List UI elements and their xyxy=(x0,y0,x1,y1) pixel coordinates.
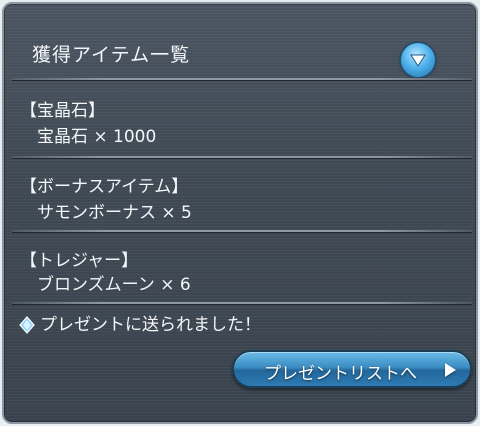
diamond-icon xyxy=(19,316,35,334)
play-arrow-icon xyxy=(445,363,456,377)
divider xyxy=(12,302,472,304)
panel-title: 獲得アイテム一覧 xyxy=(32,44,191,66)
acquired-items-panel: 獲得アイテム一覧 【宝晶石】 宝晶石 × 1000 【ボーナスアイテム】 サモン… xyxy=(2,2,478,424)
section-heading-bonus: 【ボーナスアイテム】 xyxy=(20,177,189,197)
item-crystal: 宝晶石 × 1000 xyxy=(37,127,157,147)
item-bronze-moon: ブロンズムーン × 6 xyxy=(37,275,191,295)
divider xyxy=(12,78,472,80)
collapse-toggle-button[interactable] xyxy=(401,43,435,77)
sent-to-presents-notice: プレゼントに送られました！ xyxy=(40,315,261,335)
chevron-down-icon xyxy=(410,54,426,67)
section-heading-crystal: 【宝晶石】 xyxy=(20,101,105,121)
divider xyxy=(12,156,472,158)
section-heading-treasure: 【トレジャー】 xyxy=(20,251,139,271)
divider xyxy=(12,230,472,232)
present-list-button[interactable]: プレゼントリストへ xyxy=(232,350,472,388)
item-summon-bonus: サモンボーナス × 5 xyxy=(37,203,192,223)
panel-header: 獲得アイテム一覧 xyxy=(4,4,476,80)
present-list-button-label: プレゼントリストへ xyxy=(264,364,417,384)
